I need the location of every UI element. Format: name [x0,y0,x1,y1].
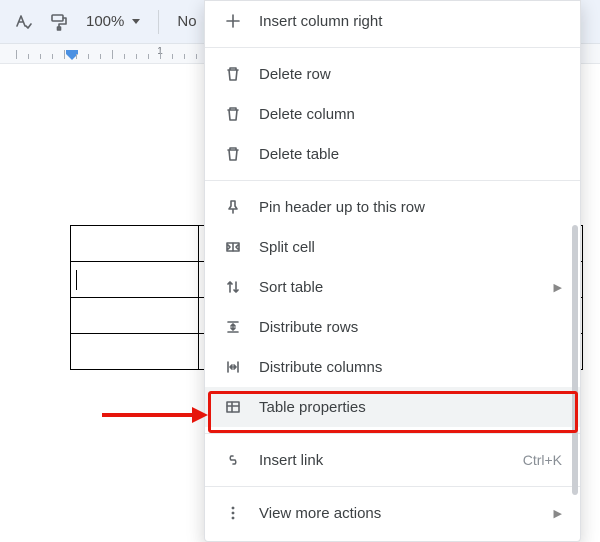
menu-label: Distribute columns [259,359,562,376]
menu-distribute-columns[interactable]: Distribute columns [205,347,580,387]
text-cursor [76,270,77,290]
pin-icon [223,199,243,215]
context-menu: Insert column right Delete row Delete co… [204,0,581,542]
menu-scrollbar[interactable] [572,225,578,495]
menu-separator [205,433,580,434]
menu-label: Delete table [259,146,562,163]
menu-pin-header[interactable]: Pin header up to this row [205,187,580,227]
menu-separator [205,486,580,487]
spellcheck-button[interactable] [8,7,38,37]
menu-label: Pin header up to this row [259,199,562,216]
link-icon [223,452,243,468]
indent-marker[interactable] [64,50,80,62]
table-properties-icon [223,399,243,415]
menu-label: View more actions [259,505,546,522]
menu-label: Table properties [259,399,562,416]
menu-insert-column-right[interactable]: Insert column right [205,1,580,41]
menu-delete-row[interactable]: Delete row [205,54,580,94]
menu-delete-column[interactable]: Delete column [205,94,580,134]
menu-label: Distribute rows [259,319,562,336]
menu-delete-table[interactable]: Delete table [205,134,580,174]
split-cell-icon [223,239,243,255]
menu-distribute-rows[interactable]: Distribute rows [205,307,580,347]
menu-table-properties[interactable]: Table properties [205,387,580,427]
menu-split-cell[interactable]: Split cell [205,227,580,267]
submenu-arrow-icon: ▶ [554,281,562,294]
menu-separator [205,47,580,48]
menu-label: Sort table [259,279,546,296]
toolbar-separator [158,10,159,34]
zoom-value: 100% [86,13,124,30]
chevron-down-icon [132,19,140,24]
menu-label: Delete column [259,106,562,123]
distribute-columns-icon [223,359,243,375]
trash-icon [223,106,243,122]
trash-icon [223,66,243,82]
paint-roller-icon [50,13,68,31]
menu-label: Insert column right [259,13,562,30]
zoom-select[interactable]: 100% [80,13,146,30]
menu-separator [205,180,580,181]
menu-insert-link[interactable]: Insert link Ctrl+K [205,440,580,480]
menu-sort-table[interactable]: Sort table ▶ [205,267,580,307]
menu-label: Insert link [259,452,523,469]
distribute-rows-icon [223,319,243,335]
menu-view-more-actions[interactable]: View more actions ▶ [205,493,580,533]
trash-icon [223,146,243,162]
paint-format-button[interactable] [44,7,74,37]
menu-shortcut: Ctrl+K [523,452,562,468]
paragraph-style-select[interactable]: No [171,13,202,30]
style-value: No [177,13,196,30]
menu-label: Delete row [259,66,562,83]
spellcheck-icon [14,13,32,31]
more-vert-icon [223,505,243,521]
plus-icon [223,13,243,29]
submenu-arrow-icon: ▶ [554,507,562,520]
sort-icon [223,279,243,295]
menu-label: Split cell [259,239,562,256]
